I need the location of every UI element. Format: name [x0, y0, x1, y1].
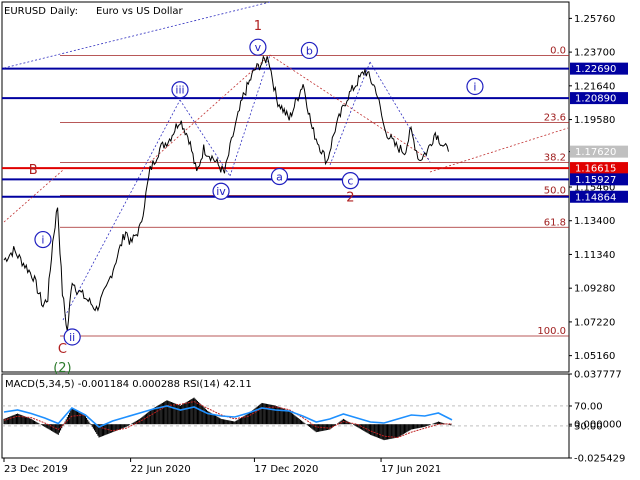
- price-tick-label: 1.05160: [574, 351, 615, 362]
- price-level-badge-text: 1.22690: [575, 64, 616, 75]
- indicator-tick-label: 0.037777: [574, 370, 622, 381]
- fib-level-label: 100.0: [537, 326, 566, 337]
- wave-label-text: i: [41, 234, 44, 247]
- price-tick-label: 1.11340: [574, 250, 615, 261]
- fib-level-label: 61.8: [544, 217, 566, 228]
- wave-label-text: i: [473, 80, 476, 93]
- price-tick-label: 1.23700: [574, 48, 615, 59]
- price-tick-label: 1.07220: [574, 317, 615, 328]
- header-symbol: EURUSD: [4, 6, 46, 17]
- price-tick-label: 1.19580: [574, 115, 615, 126]
- price-level-badge-text: 1.20890: [575, 94, 616, 105]
- wave-label-text: iv: [216, 185, 226, 198]
- wave-label-text: ii: [69, 331, 75, 344]
- fib-level-label: 23.6: [544, 112, 566, 123]
- wave-label-text: iii: [175, 84, 184, 97]
- date-tick-label: 17 Jun 2021: [381, 464, 441, 475]
- wave-label-text: a: [276, 170, 283, 183]
- header-description: Euro vs US Dollar: [96, 6, 184, 17]
- fib-level-label: 0.0: [550, 46, 566, 57]
- date-tick-label: 23 Dec 2019: [4, 464, 68, 475]
- wave-label-text: 1: [254, 19, 262, 34]
- price-level-badge-text: 1.14864: [575, 192, 616, 203]
- indicator-tick-label: -0.025429: [574, 454, 625, 465]
- price-tick-label: 1.09280: [574, 284, 615, 295]
- price-level-badge-text: 1.15927: [575, 175, 616, 186]
- wave-label-text: v: [255, 41, 262, 54]
- wave-label-text: c: [347, 175, 353, 188]
- fib-level-label: 38.2: [544, 153, 566, 164]
- wave-label-text: b: [306, 44, 313, 57]
- chart-canvas: EURUSD Daily: Euro vs US Dollar 0.0 23.6 3…: [0, 0, 640, 480]
- chart-background: [0, 0, 640, 480]
- date-tick-label: 17 Dec 2020: [254, 464, 318, 475]
- wave-label-text: 2: [346, 191, 354, 206]
- price-tick-label: 1.25760: [574, 14, 615, 25]
- wave-label-text: B: [29, 163, 38, 178]
- fib-level-label: 50.0: [544, 185, 566, 196]
- header-timeframe: Daily:: [50, 6, 78, 17]
- price-level-badge-text: 1.16615: [575, 164, 616, 175]
- indicator-tick-label: 70.00: [574, 401, 603, 412]
- indicator-tick-label: 30.00: [574, 421, 603, 432]
- date-tick-label: 22 Jun 2020: [131, 464, 191, 475]
- indicator-title: MACD(5,34,5) -0.001184 0.000288 RSI(14) …: [5, 379, 252, 390]
- price-level-badge-text: 1.17620: [575, 147, 616, 158]
- wave-label-text: C: [58, 342, 67, 357]
- price-tick-label: 1.21640: [574, 81, 615, 92]
- wave-label-text: (2): [53, 361, 71, 376]
- price-tick-label: 1.13400: [574, 216, 615, 227]
